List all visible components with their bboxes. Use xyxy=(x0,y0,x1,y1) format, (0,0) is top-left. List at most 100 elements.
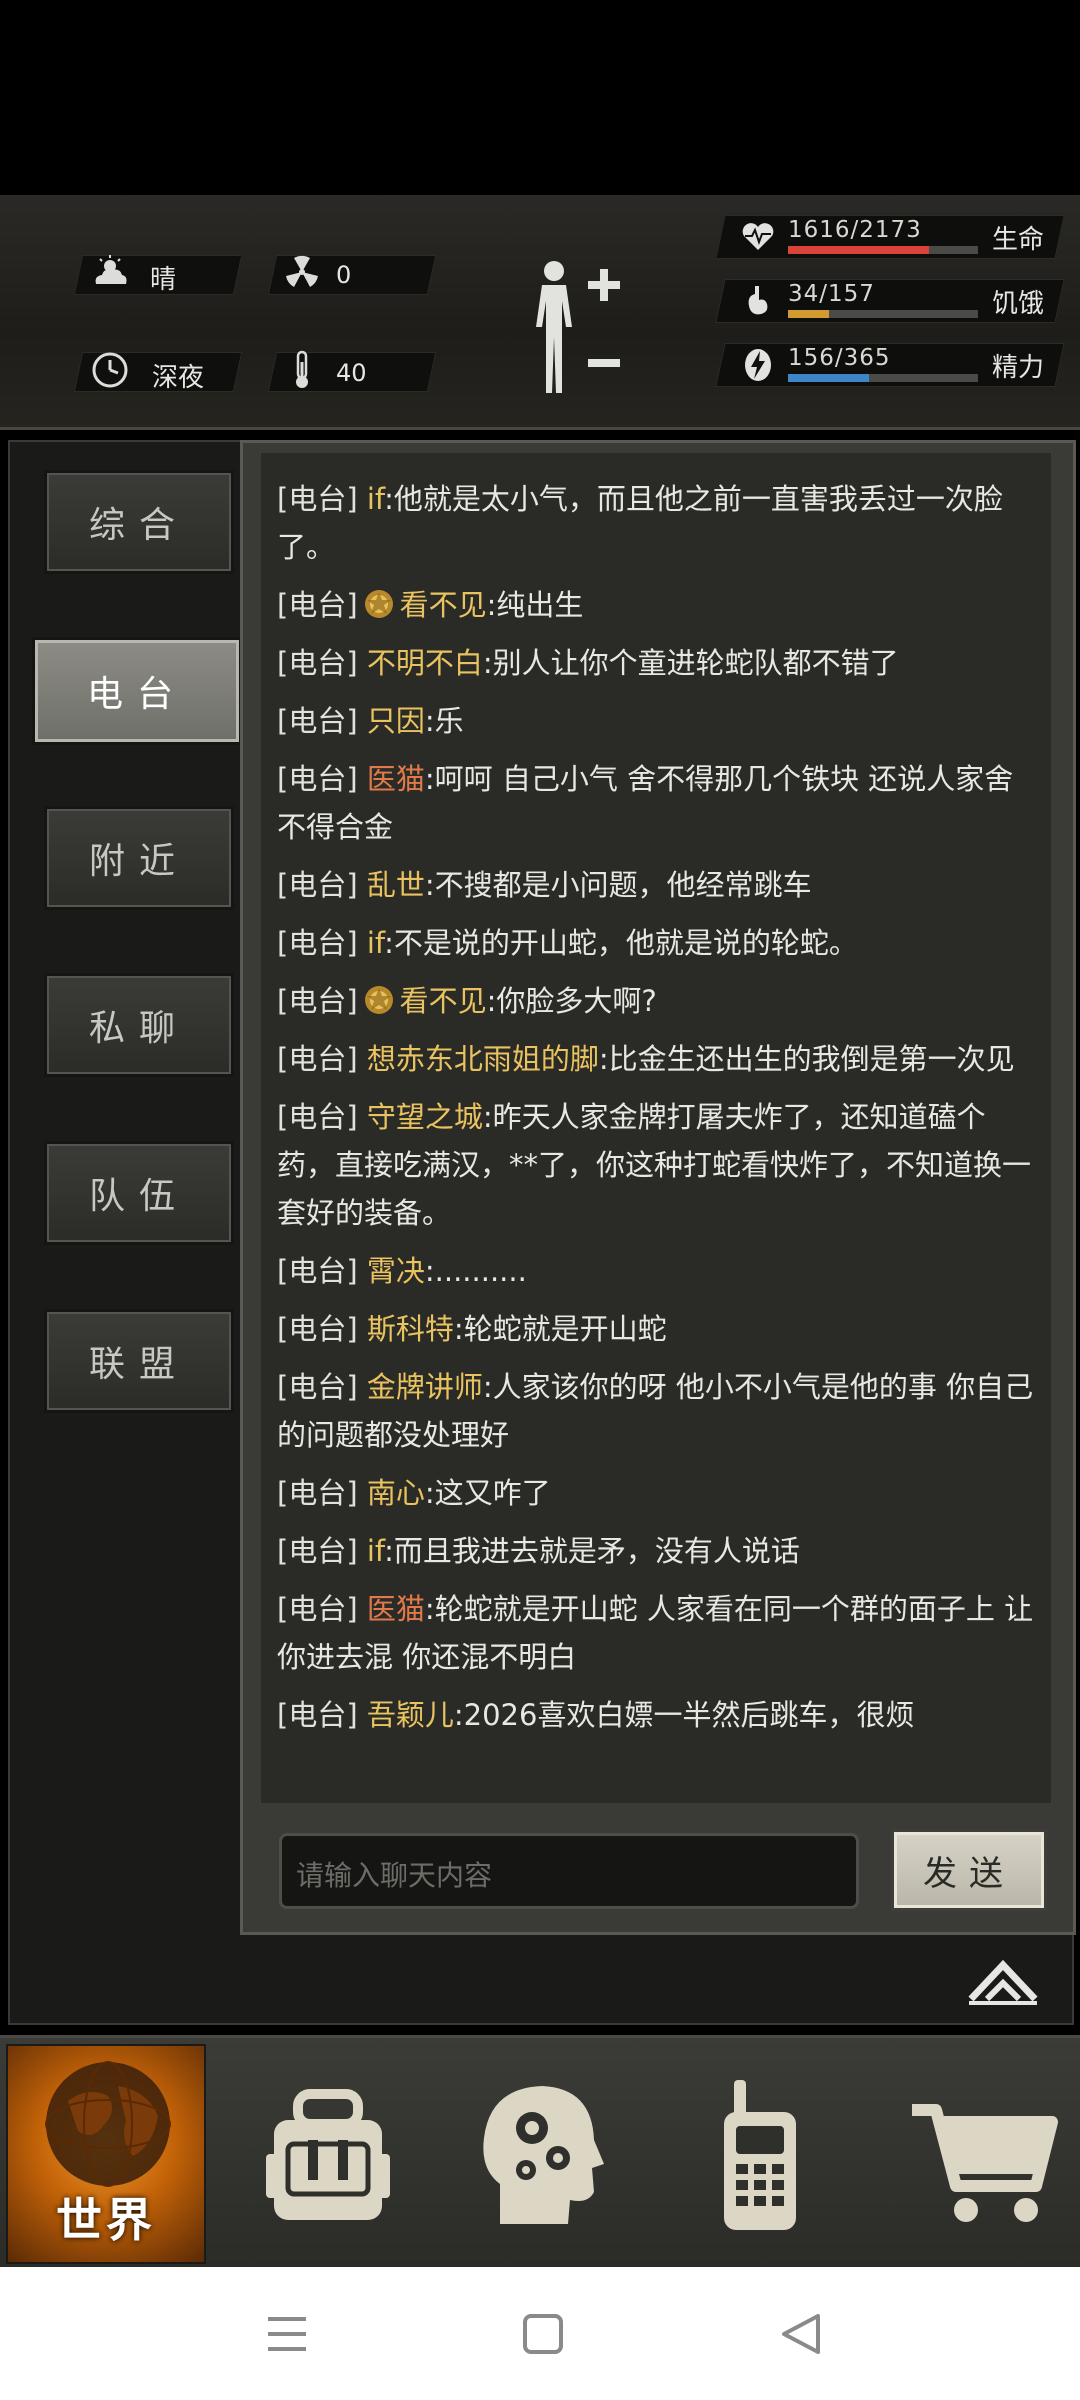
chat-username[interactable]: 医猫 xyxy=(367,762,425,796)
channel-tag: [电台] xyxy=(277,984,358,1018)
channel-tag: [电台] xyxy=(277,482,358,516)
nav-world-button[interactable]: 世界 xyxy=(6,2044,206,2264)
chevron-up-icon xyxy=(968,1959,1038,2005)
chat-username[interactable]: if xyxy=(367,1534,384,1568)
tab-private-chat[interactable]: 私聊 xyxy=(44,973,234,1077)
hunger-value: 34/157 xyxy=(788,281,875,307)
shopping-cart-icon xyxy=(912,2104,1058,2222)
radiation-value: 0 xyxy=(336,261,352,289)
channel-tag: [电台] xyxy=(277,926,358,960)
tab-nearby[interactable]: 附近 xyxy=(44,806,234,910)
chat-panel: [电台] if:他就是太小气，而且他之前一直害我丢过一次脸了。 [电台] 看不见:纯… xyxy=(240,440,1076,1935)
chat-username[interactable]: 不明不白 xyxy=(367,646,483,680)
back-button[interactable] xyxy=(776,2311,826,2357)
tab-general[interactable]: 综合 xyxy=(44,470,234,574)
collapse-chat-button[interactable] xyxy=(965,1955,1041,2007)
energy-bolt-icon xyxy=(738,345,778,385)
chat-text: :他就是太小气，而且他之前一直害我丢过一次脸了。 xyxy=(277,482,1003,564)
clock-icon xyxy=(88,348,132,392)
chat-username[interactable]: 只因 xyxy=(367,704,425,738)
chat-username[interactable]: 乱世 xyxy=(367,868,425,902)
chat-text: :不搜都是小问题，他经常跳车 xyxy=(424,868,812,902)
chat-username[interactable]: 看不见 xyxy=(400,984,487,1018)
chat-text: :这又咋了 xyxy=(424,1476,551,1510)
channel-tag: [电台] xyxy=(277,1254,358,1288)
chat-username[interactable]: if xyxy=(367,482,384,516)
tab-radio[interactable]: 电台 xyxy=(32,637,242,745)
chat-message: [电台] 医猫:呵呵 自己小气 舍不得那几个铁块 还说人家舍不得合金 xyxy=(277,755,1041,851)
chat-username[interactable]: if xyxy=(367,926,384,960)
channel-tag: [电台] xyxy=(277,762,358,796)
channel-tag: [电台] xyxy=(277,704,358,738)
stomach-icon xyxy=(738,281,778,321)
channel-tag: [电台] xyxy=(277,1534,358,1568)
brain-skills-icon xyxy=(483,2086,604,2224)
time-of-day-label: 深夜 xyxy=(152,363,205,393)
chat-username[interactable]: 金牌讲师 xyxy=(367,1370,483,1404)
chat-message: [电台] 只因:乐 xyxy=(277,697,1041,745)
nav-shop-button[interactable] xyxy=(908,2074,1058,2234)
chat-username[interactable]: 南心 xyxy=(367,1476,425,1510)
thermometer-icon xyxy=(280,348,324,392)
hunger-stat: 34/157 饥饿 xyxy=(715,279,1065,323)
tab-alliance[interactable]: 联盟 xyxy=(44,1309,234,1413)
chat-text: :别人让你个童进轮蛇队都不错了 xyxy=(482,646,899,680)
chat-text: :.......... xyxy=(424,1254,527,1288)
channel-tag: [电台] xyxy=(277,1592,358,1626)
chat-message: [电台] 医猫:轮蛇就是开山蛇 人家看在同一个群的面子上 让你进去混 你还混不明… xyxy=(277,1585,1041,1681)
health-bar-fill xyxy=(788,246,930,254)
chat-message: [电台] if:不是说的开山蛇，他就是说的轮蛇。 xyxy=(277,919,1041,967)
chat-message: [电台] 乱世:不搜都是小问题，他经常跳车 xyxy=(277,861,1041,909)
chat-text: :2026喜欢白嫖一半然后跳车，很烦 xyxy=(453,1698,915,1732)
chat-text: :纯出生 xyxy=(486,588,584,622)
chat-message: [电台] if:而且我进去就是矛，没有人说话 xyxy=(277,1527,1041,1575)
bottom-nav: 世界 xyxy=(0,2035,1080,2267)
nav-radio-button[interactable] xyxy=(690,2074,830,2234)
heart-pulse-icon xyxy=(738,217,778,257)
radiation-icon xyxy=(280,250,324,294)
channel-tag: [电台] xyxy=(277,646,358,680)
chat-text: :轮蛇就是开山蛇 xyxy=(453,1312,667,1346)
channel-tag: [电台] xyxy=(277,588,358,622)
back-triangle-icon xyxy=(782,2314,820,2354)
chat-message: [电台] 斯科特:轮蛇就是开山蛇 xyxy=(277,1305,1041,1353)
health-stat: 1616/2173 生命 xyxy=(715,215,1065,259)
chat-username[interactable]: 守望之城 xyxy=(367,1100,483,1134)
chat-message: [电台] 想赤东北雨姐的脚:比金生还出生的我倒是第一次见 xyxy=(277,1035,1041,1083)
chat-username[interactable]: 斯科特 xyxy=(367,1312,454,1346)
home-square-icon xyxy=(523,2314,563,2354)
chat-message-list[interactable]: [电台] if:他就是太小气，而且他之前一直害我丢过一次脸了。 [电台] 看不见:纯… xyxy=(261,453,1051,1803)
chat-username[interactable]: 想赤东北雨姐的脚 xyxy=(367,1042,599,1076)
channel-tag: [电台] xyxy=(277,1042,358,1076)
chat-text: :而且我进去就是矛，没有人说话 xyxy=(384,1534,800,1568)
chat-message: [电台] 守望之城:昨天人家金牌打屠夫炸了，还知道磕个药，直接吃满汉，**了，你… xyxy=(277,1093,1041,1237)
body-status-button[interactable] xyxy=(520,257,630,397)
chat-username[interactable]: 看不见 xyxy=(400,588,487,622)
rank-badge-icon xyxy=(364,986,393,1014)
home-button[interactable] xyxy=(518,2311,568,2357)
health-label: 生命 xyxy=(991,225,1044,255)
chat-message: [电台] 金牌讲师:人家该你的呀 他小不小气是他的事 你自己的问题都没处理好 xyxy=(277,1363,1041,1459)
channel-tag: [电台] xyxy=(277,868,358,902)
chat-message: [电台] 吾颖儿:2026喜欢白嫖一半然后跳车，很烦 xyxy=(277,1691,1041,1739)
channel-tag: [电台] xyxy=(277,1100,358,1134)
tab-team[interactable]: 队伍 xyxy=(44,1141,234,1245)
channel-tag: [电台] xyxy=(277,1698,358,1732)
cloudy-sun-icon xyxy=(88,250,132,294)
human-figure-icon xyxy=(536,261,620,393)
nav-backpack-button[interactable] xyxy=(258,2074,398,2234)
backpack-icon xyxy=(266,2089,390,2220)
nav-skills-button[interactable] xyxy=(470,2074,610,2234)
chat-username[interactable]: 医猫 xyxy=(367,1592,425,1626)
chat-text: :比金生还出生的我倒是第一次见 xyxy=(598,1042,1015,1076)
hunger-label: 饥饿 xyxy=(991,289,1044,319)
energy-label: 精力 xyxy=(991,353,1044,383)
chat-username[interactable]: 吾颖儿 xyxy=(367,1698,454,1732)
status-header: 晴 0 深夜 40 1616/2173 生命 34/157 饥饿 156/365… xyxy=(0,195,1080,430)
menu-button[interactable] xyxy=(262,2311,312,2357)
send-button[interactable]: 发送 xyxy=(891,1829,1047,1911)
chat-input[interactable]: 请输入聊天内容 xyxy=(279,1833,859,1909)
channel-tag: [电台] xyxy=(277,1476,358,1510)
system-navigation-bar xyxy=(0,2267,1080,2400)
chat-username[interactable]: 霄决 xyxy=(367,1254,425,1288)
